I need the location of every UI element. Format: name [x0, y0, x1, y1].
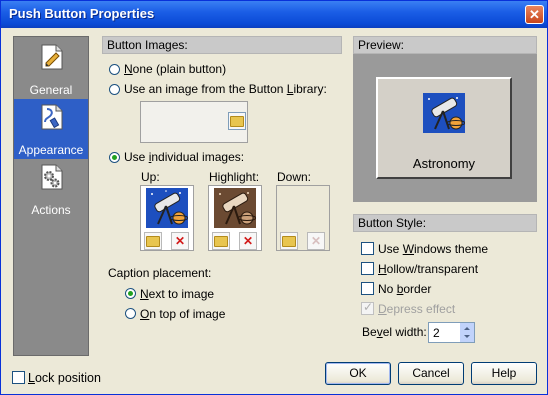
depress-effect-label: Depress effect	[378, 302, 456, 316]
use-windows-theme-label[interactable]: Use Windows theme	[378, 242, 488, 256]
none-plain-label[interactable]: None (plain button)	[124, 62, 226, 76]
lock-position-checkbox[interactable]	[12, 371, 25, 384]
down-browse-button[interactable]	[280, 232, 298, 250]
preview-button: Astronomy	[376, 77, 512, 179]
preview-panel: Astronomy	[353, 54, 537, 202]
next-to-image-radio[interactable]	[125, 288, 136, 299]
up-slot-label: Up:	[141, 170, 160, 184]
cancel-button[interactable]: Cancel	[398, 362, 464, 385]
up-down-arrows-icon	[464, 327, 470, 338]
paintbrush-icon	[41, 104, 63, 130]
telescope-icon	[146, 188, 188, 228]
bevel-width-label: Bevel width:	[362, 325, 427, 339]
next-to-image-label[interactable]: Next to image	[140, 287, 214, 301]
document-pencil-icon	[41, 44, 63, 70]
library-image-box	[140, 101, 248, 143]
preview-caption: Astronomy	[412, 156, 476, 171]
no-border-checkbox[interactable]	[361, 282, 374, 295]
window-title: Push Button Properties	[9, 6, 155, 21]
button-library-label[interactable]: Use an image from the Button Library:	[124, 82, 327, 96]
depress-effect-checkbox	[361, 300, 374, 315]
highlight-astronomy-image	[214, 188, 256, 228]
telescope-icon	[423, 93, 465, 133]
sidebar-item-appearance[interactable]: Appearance	[14, 99, 88, 159]
preview-header: Preview:	[353, 36, 537, 54]
sidebar-item-label: Appearance	[18, 143, 84, 157]
button-style-header: Button Style:	[353, 214, 537, 232]
highlight-slot-label: Highlight:	[209, 170, 260, 184]
down-slot-label: Down:	[277, 170, 312, 184]
close-button[interactable]: ✕	[525, 5, 544, 24]
sidebar-item-label: Actions	[31, 203, 71, 217]
folder-icon	[230, 116, 244, 127]
bevel-width-spinner[interactable]: 2	[428, 322, 475, 343]
caption-placement-label: Caption placement:	[108, 266, 212, 280]
delete-icon: ✕	[242, 234, 254, 248]
ok-button[interactable]: OK	[325, 362, 391, 385]
sidebar-item-general[interactable]: General	[14, 39, 88, 99]
library-browse-button[interactable]	[228, 112, 246, 130]
down-clear-button: ✕	[307, 232, 325, 250]
button-library-radio[interactable]	[109, 84, 120, 95]
up-astronomy-image	[146, 188, 188, 228]
on-top-of-image-radio[interactable]	[125, 308, 136, 319]
up-browse-button[interactable]	[144, 232, 162, 250]
lock-position-label[interactable]: Lock position	[28, 371, 101, 385]
button-images-header: Button Images:	[102, 36, 342, 54]
down-image-slot: ✕	[276, 185, 330, 251]
none-plain-radio[interactable]	[109, 64, 120, 75]
bevel-width-value: 2	[433, 326, 440, 340]
telescope-icon	[214, 188, 256, 228]
highlight-clear-button[interactable]: ✕	[239, 232, 257, 250]
up-clear-button[interactable]: ✕	[171, 232, 189, 250]
no-border-label[interactable]: No border	[378, 282, 431, 296]
delete-icon: ✕	[310, 234, 322, 248]
individual-images-label[interactable]: Use individual images:	[124, 150, 244, 164]
on-top-of-image-label[interactable]: On top of image	[140, 307, 225, 321]
hollow-transparent-checkbox[interactable]	[361, 262, 374, 275]
spinner-arrows[interactable]	[460, 323, 474, 342]
gears-icon	[41, 164, 63, 190]
folder-icon	[214, 236, 228, 247]
use-windows-theme-checkbox[interactable]	[361, 242, 374, 255]
sidebar-item-actions[interactable]: Actions	[14, 159, 88, 219]
help-button[interactable]: Help	[471, 362, 537, 385]
up-image-slot: ✕	[140, 185, 194, 251]
individual-images-radio[interactable]	[109, 152, 120, 163]
delete-icon: ✕	[174, 234, 186, 248]
sidebar-item-label: General	[29, 83, 73, 97]
highlight-image-slot: ✕	[208, 185, 262, 251]
folder-icon	[146, 236, 160, 247]
dialog-window: Push Button Properties ✕ General Appeara…	[0, 0, 548, 395]
folder-icon	[282, 236, 296, 247]
title-bar: Push Button Properties ✕	[1, 1, 547, 28]
hollow-transparent-label[interactable]: Hollow/transparent	[378, 262, 478, 276]
category-sidebar: General Appearance Actions	[13, 36, 89, 356]
highlight-browse-button[interactable]	[212, 232, 230, 250]
